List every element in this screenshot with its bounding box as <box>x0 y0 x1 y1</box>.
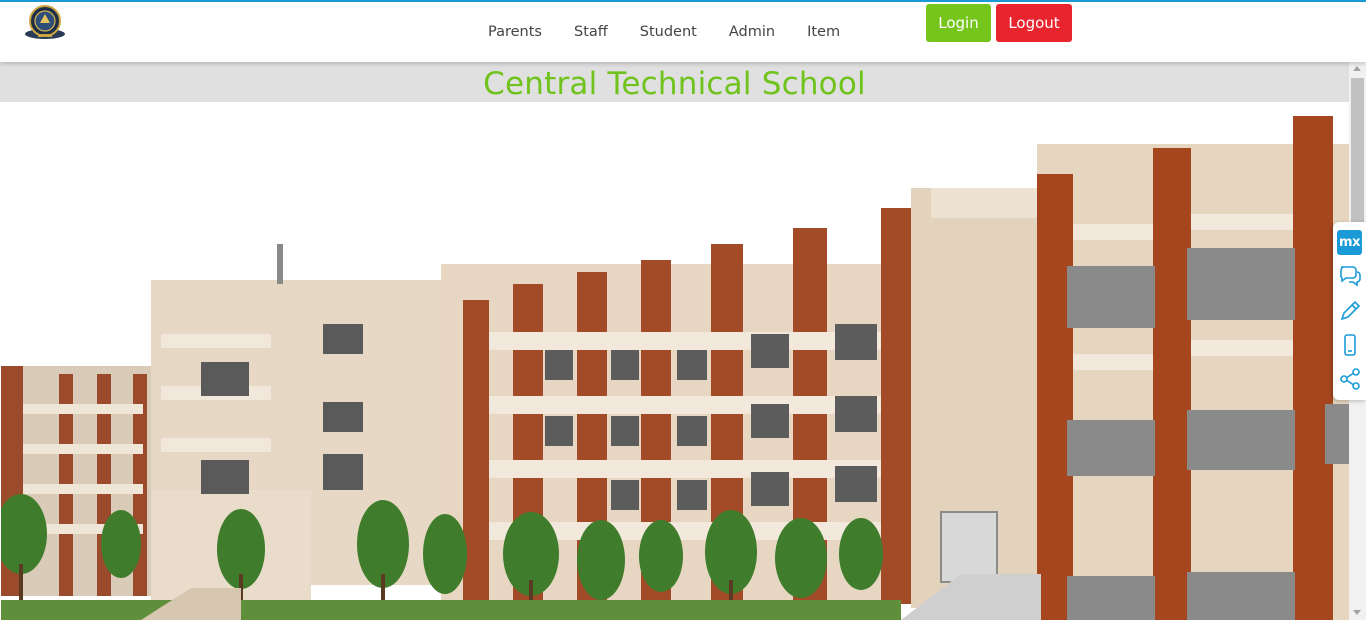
logout-button[interactable]: Logout <box>996 4 1072 42</box>
scroll-down-arrow-icon[interactable] <box>1353 610 1361 615</box>
scrollbar-thumb[interactable] <box>1351 78 1364 238</box>
top-navbar: Parents Staff Student Admin Item Login L… <box>0 2 1366 62</box>
main-nav: Parents Staff Student Admin Item <box>486 22 870 42</box>
nav-item-parents[interactable]: Parents <box>486 22 544 42</box>
school-building-photo <box>1 104 1349 620</box>
scroll-up-arrow-icon[interactable] <box>1353 66 1361 71</box>
page-title: Central Technical School <box>483 66 866 102</box>
nav-item-staff[interactable]: Staff <box>572 22 610 42</box>
title-band: Central Technical School <box>0 62 1349 102</box>
school-logo[interactable] <box>24 4 66 42</box>
share-icon[interactable] <box>1337 366 1363 392</box>
side-toolbar: mx <box>1333 222 1366 400</box>
mx-logo-icon[interactable]: mx <box>1337 230 1362 255</box>
nav-item-admin[interactable]: Admin <box>727 22 777 42</box>
chat-bubbles-icon[interactable] <box>1337 262 1363 288</box>
nav-item-student[interactable]: Student <box>638 22 699 42</box>
pencil-icon[interactable] <box>1337 298 1363 324</box>
login-button[interactable]: Login <box>926 4 991 42</box>
nav-item-item[interactable]: Item <box>805 22 842 42</box>
mobile-phone-icon[interactable] <box>1337 332 1363 358</box>
